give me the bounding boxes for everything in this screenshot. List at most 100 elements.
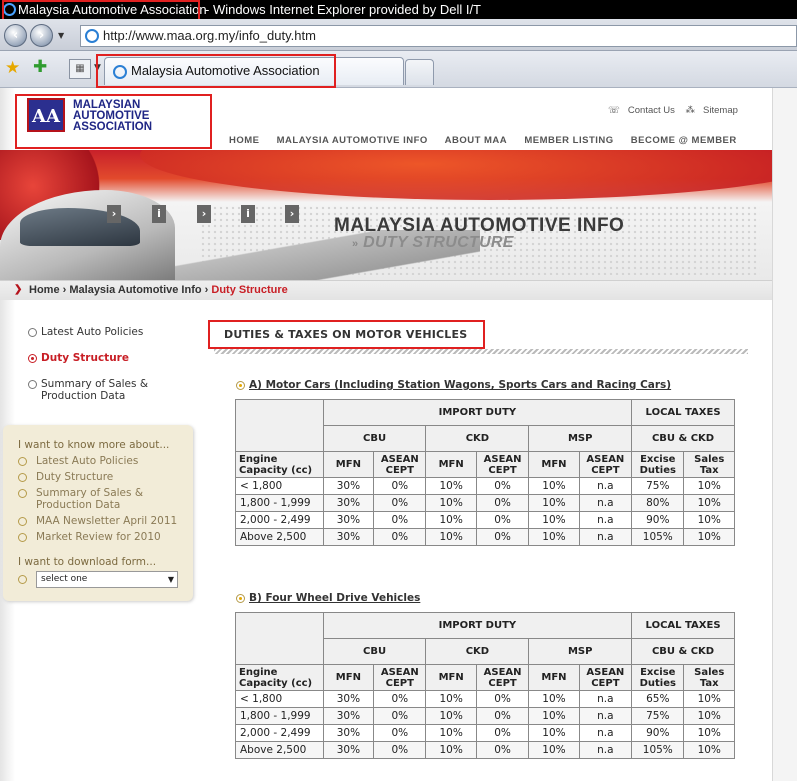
table-row: Above 2,500 30% 0% 10% 0% 10% n.a 105% 10% — [235, 741, 735, 759]
header-engine: Engine — [239, 666, 278, 678]
rate-cell: 10% — [683, 724, 735, 742]
leftnav-label-line2: Production Data — [41, 390, 126, 402]
header-cept: CEPT — [385, 464, 414, 476]
header-sales: Sales — [694, 453, 725, 465]
header-asean-cept: ASEAN CEPT — [373, 451, 427, 478]
know-more-label-line1: Summary of Sales & — [36, 487, 144, 499]
header-asean: ASEAN — [380, 453, 419, 465]
rate-cell: 10% — [683, 494, 735, 512]
rate-cell: 10% — [528, 494, 580, 512]
navigation-bar: ‹ › ▼ http://www.maa.org.my/info_duty.ht… — [0, 19, 797, 51]
duty-table-4wd: IMPORT DUTY LOCAL TAXES CBU CKD MSP CBU … — [235, 612, 735, 759]
rate-cell: 30% — [322, 690, 375, 708]
highlight-box — [208, 320, 485, 349]
table-b-title[interactable]: B) Four Wheel Drive Vehicles — [249, 592, 420, 604]
rate-cell: 105% — [631, 528, 685, 546]
rate-cell: 75% — [631, 477, 685, 495]
nav-about-maa[interactable]: ABOUT MAA — [445, 135, 508, 146]
rate-cell: 0% — [373, 528, 427, 546]
rate-cell: 0% — [373, 494, 427, 512]
download-heading: I want to download form... — [18, 556, 157, 568]
forward-button[interactable]: › — [30, 24, 53, 47]
road-sign-info-icon: i — [241, 205, 255, 223]
know-more-heading: I want to know more about... — [18, 439, 170, 451]
favorites-star-icon[interactable]: ★ — [5, 58, 20, 78]
rate-cell: 10% — [425, 477, 477, 495]
rate-cell: n.a — [578, 741, 633, 759]
table-a-bullet-icon — [236, 381, 245, 390]
rate-cell: 10% — [683, 511, 735, 529]
header-engine-capacity: Engine Capacity (cc) — [235, 451, 324, 478]
engine-capacity-cell: Above 2,500 — [235, 528, 324, 546]
nav-member-listing[interactable]: MEMBER LISTING — [524, 135, 613, 146]
nav-become-member[interactable]: BECOME @ MEMBER — [631, 135, 737, 146]
breadcrumb-home[interactable]: Home — [29, 284, 60, 296]
header-asean-cept: ASEAN CEPT — [578, 664, 633, 691]
rate-cell: 90% — [631, 511, 685, 529]
download-form-select[interactable]: select one ▼ — [36, 571, 178, 588]
select-value: select one — [41, 574, 88, 584]
new-tab-button[interactable] — [405, 59, 434, 85]
sitemap-link[interactable]: Sitemap — [703, 105, 738, 116]
banner-swoosh — [140, 150, 772, 200]
know-more-label: Market Review for 2010 — [36, 531, 161, 543]
table-b-bullet-icon — [236, 594, 245, 603]
rate-cell: 10% — [425, 741, 477, 759]
rate-cell: n.a — [578, 528, 633, 546]
rate-cell: 0% — [475, 477, 530, 495]
circle-bullet-icon — [28, 328, 37, 337]
rate-cell: 10% — [683, 690, 735, 708]
header-asean: ASEAN — [586, 453, 625, 465]
page-icon — [85, 29, 99, 43]
table-a-title[interactable]: A) Motor Cars (Including Station Wagons,… — [249, 379, 671, 391]
header-asean: ASEAN — [380, 666, 419, 678]
know-more-label: Duty Structure — [36, 471, 114, 483]
circle-bullet-icon — [18, 489, 27, 498]
section-divider — [214, 349, 748, 354]
duty-table-motor-cars: IMPORT DUTY LOCAL TAXES CBU CKD MSP CBU … — [235, 399, 735, 546]
rate-cell: 10% — [683, 707, 735, 725]
header-sales: Sales — [694, 666, 725, 678]
rate-cell: n.a — [578, 724, 633, 742]
header-asean: ASEAN — [586, 666, 625, 678]
address-url[interactable]: http://www.maa.org.my/info_duty.htm — [103, 28, 316, 43]
table-corner — [235, 612, 324, 665]
nav-malaysia-automotive-info[interactable]: MALAYSIA AUTOMOTIVE INFO — [277, 135, 428, 146]
web-page: AA MALAYSIAN AUTOMOTIVE ASSOCIATION ☏ Con… — [0, 88, 797, 781]
know-more-box: I want to know more about... Latest Auto… — [3, 425, 193, 601]
header-import-duty: IMPORT DUTY — [322, 399, 633, 426]
rate-cell: 75% — [631, 707, 685, 725]
rate-cell: 0% — [475, 511, 530, 529]
chevron-down-icon: ▼ — [167, 575, 174, 584]
breadcrumb-section[interactable]: Malaysia Automotive Info — [69, 284, 201, 296]
header-cbu: CBU — [322, 425, 427, 452]
contact-link[interactable]: Contact Us — [628, 105, 675, 116]
engine-capacity-cell: 1,800 - 1,999 — [235, 707, 324, 725]
nav-home[interactable]: HOME — [229, 135, 260, 146]
rate-cell: n.a — [578, 494, 633, 512]
rate-cell: 10% — [528, 511, 580, 529]
table-row: 2,000 - 2,499 30% 0% 10% 0% 10% n.a 90% 10% — [235, 511, 735, 529]
header-duties: Duties — [639, 677, 676, 689]
add-favorite-icon[interactable]: ✚ — [33, 57, 47, 77]
back-button[interactable]: ‹ — [4, 24, 27, 47]
address-bar[interactable]: http://www.maa.org.my/info_duty.htm — [80, 25, 797, 47]
banner-subtitle-text: DUTY STRUCTURE — [363, 234, 514, 251]
header-duties: Duties — [639, 464, 676, 476]
table-row: < 1,800 30% 0% 10% 0% 10% n.a 65% 10% — [235, 690, 735, 708]
header-tax: Tax — [699, 677, 719, 689]
rate-cell: 0% — [373, 511, 427, 529]
header-excise-duties: Excise Duties — [631, 451, 685, 478]
rate-cell: 0% — [475, 724, 530, 742]
rate-cell: n.a — [578, 690, 633, 708]
table-row: 2,000 - 2,499 30% 0% 10% 0% 10% n.a 90% 10% — [235, 724, 735, 742]
highlight-box — [15, 94, 212, 149]
know-more-label: MAA Newsletter April 2011 — [36, 515, 178, 527]
header-excise-duties: Excise Duties — [631, 664, 685, 691]
header-mfn: MFN — [322, 451, 375, 478]
rate-cell: 10% — [528, 690, 580, 708]
history-dropdown-icon[interactable]: ▼ — [58, 31, 64, 40]
rate-cell: 10% — [683, 741, 735, 759]
quick-tabs-icon[interactable]: ▦ — [69, 59, 91, 79]
scrollbar[interactable] — [772, 88, 797, 781]
